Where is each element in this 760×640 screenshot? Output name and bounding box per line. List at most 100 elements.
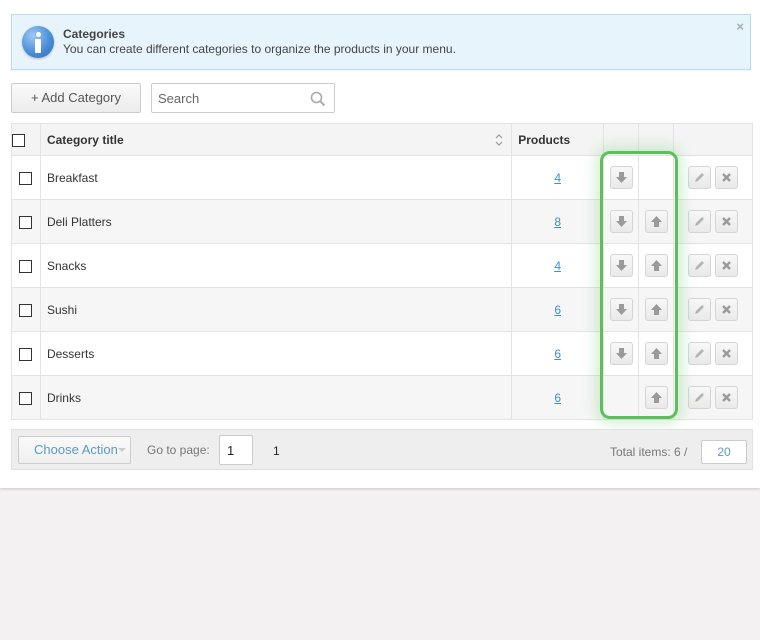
- row-checkbox[interactable]: [19, 171, 33, 185]
- actions-cell: [673, 243, 753, 288]
- products-cell: 6: [511, 287, 605, 332]
- total-items-label: Total items: 6 /: [610, 445, 688, 459]
- chevron-down-icon: [118, 448, 126, 452]
- row-checkbox[interactable]: [19, 391, 33, 405]
- move-up-cell: [638, 287, 675, 332]
- table-row: Sushi 6: [11, 287, 753, 332]
- move-down-cell: [603, 375, 640, 420]
- products-cell: 4: [511, 243, 605, 288]
- products-count-link[interactable]: 4: [554, 259, 561, 273]
- products-count-link[interactable]: 6: [554, 303, 561, 317]
- categories-table: Category title Products Breakfast 4 Deli P…: [11, 123, 753, 420]
- edit-button[interactable]: [688, 254, 712, 277]
- select-all-cell: [11, 123, 41, 156]
- delete-button[interactable]: [715, 386, 739, 409]
- move-down-button[interactable]: [609, 166, 633, 189]
- row-select-cell: [11, 243, 41, 288]
- move-up-button[interactable]: [644, 210, 668, 233]
- category-title: Deli Platters: [39, 199, 513, 244]
- table-footer: Choose Action Go to page: 1 Total items:…: [11, 429, 753, 470]
- move-up-cell: [638, 375, 675, 420]
- actions-cell: [673, 155, 753, 200]
- products-cell: 6: [511, 375, 605, 420]
- move-up-button[interactable]: [644, 386, 668, 409]
- sort-icon[interactable]: [495, 133, 503, 147]
- delete-button[interactable]: [715, 342, 739, 365]
- table-row: Deli Platters 8: [11, 199, 753, 244]
- products-cell: 6: [511, 331, 605, 376]
- move-up-cell: [638, 199, 675, 244]
- header-products: Products: [511, 123, 605, 156]
- actions-cell: [673, 375, 753, 420]
- row-checkbox[interactable]: [19, 215, 33, 229]
- choose-action-dropdown[interactable]: Choose Action: [18, 436, 131, 464]
- move-down-button[interactable]: [609, 298, 633, 321]
- category-title: Desserts: [39, 331, 513, 376]
- header-move-up: [638, 123, 675, 156]
- move-down-button[interactable]: [609, 342, 633, 365]
- items-per-page-select[interactable]: 20: [701, 440, 747, 464]
- header-move-down: [603, 123, 640, 156]
- actions-cell: [673, 199, 753, 244]
- total-pages: 1: [273, 444, 280, 458]
- row-select-cell: [11, 375, 41, 420]
- category-title: Snacks: [39, 243, 513, 288]
- row-checkbox[interactable]: [19, 303, 33, 317]
- move-up-cell: [638, 155, 675, 200]
- move-up-button[interactable]: [644, 254, 668, 277]
- search-box: [151, 83, 335, 113]
- goto-page-label: Go to page:: [147, 443, 210, 457]
- delete-button[interactable]: [715, 210, 739, 233]
- info-title: Categories: [63, 27, 126, 41]
- move-up-cell: [638, 331, 675, 376]
- row-checkbox[interactable]: [19, 259, 33, 273]
- add-category-button[interactable]: + Add Category: [11, 83, 141, 113]
- table-row: Drinks 6: [11, 375, 753, 420]
- delete-button[interactable]: [715, 298, 739, 321]
- move-up-cell: [638, 243, 675, 288]
- search-icon[interactable]: [310, 91, 326, 107]
- edit-button[interactable]: [688, 342, 712, 365]
- info-banner: Categories You can create different cate…: [11, 14, 751, 70]
- close-icon[interactable]: ×: [736, 19, 744, 34]
- table-row: Desserts 6: [11, 331, 753, 376]
- actions-cell: [673, 331, 753, 376]
- header-actions: [673, 123, 753, 156]
- edit-button[interactable]: [688, 210, 712, 233]
- info-icon: [22, 26, 54, 58]
- products-cell: 8: [511, 199, 605, 244]
- move-up-button[interactable]: [644, 298, 668, 321]
- info-text: You can create different categories to o…: [63, 42, 456, 56]
- search-input[interactable]: [158, 89, 298, 107]
- header-title-label: Category title: [46, 132, 124, 147]
- products-count-link[interactable]: 8: [554, 215, 561, 229]
- move-down-cell: [603, 199, 640, 244]
- header-category-title[interactable]: Category title: [39, 123, 513, 156]
- move-down-button[interactable]: [609, 210, 633, 233]
- move-up-button[interactable]: [644, 342, 668, 365]
- move-down-cell: [603, 243, 640, 288]
- category-title: Breakfast: [39, 155, 513, 200]
- delete-button[interactable]: [715, 166, 739, 189]
- edit-button[interactable]: [688, 386, 712, 409]
- products-count-link[interactable]: 4: [554, 171, 561, 185]
- edit-button[interactable]: [688, 298, 712, 321]
- edit-button[interactable]: [688, 166, 712, 189]
- move-down-cell: [603, 331, 640, 376]
- move-down-cell: [603, 155, 640, 200]
- table-header-row: Category title Products: [11, 123, 753, 156]
- category-title: Drinks: [39, 375, 513, 420]
- row-select-cell: [11, 287, 41, 332]
- goto-page-input[interactable]: [219, 435, 253, 465]
- move-down-button[interactable]: [609, 254, 633, 277]
- select-all-checkbox[interactable]: [12, 133, 25, 147]
- choose-action-label: Choose Action: [34, 442, 118, 457]
- actions-cell: [673, 287, 753, 332]
- table-row: Breakfast 4: [11, 155, 753, 200]
- row-select-cell: [11, 199, 41, 244]
- products-count-link[interactable]: 6: [554, 391, 561, 405]
- row-checkbox[interactable]: [19, 347, 33, 361]
- delete-button[interactable]: [715, 254, 739, 277]
- products-count-link[interactable]: 6: [554, 347, 561, 361]
- category-title: Sushi: [39, 287, 513, 332]
